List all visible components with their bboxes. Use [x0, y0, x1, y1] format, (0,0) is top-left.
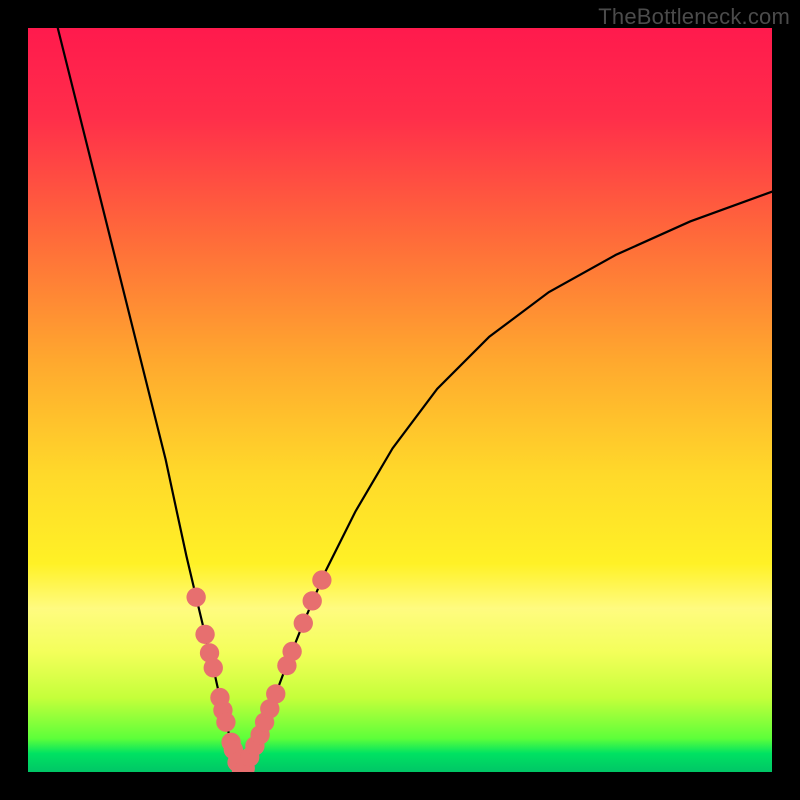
data-point: [303, 591, 322, 610]
chart-frame: TheBottleneck.com: [0, 0, 800, 800]
watermark-text: TheBottleneck.com: [598, 4, 790, 30]
chart-canvas: [0, 0, 800, 800]
data-point: [312, 570, 331, 589]
data-point: [195, 625, 214, 644]
data-point: [216, 712, 235, 731]
data-point: [186, 587, 205, 606]
data-point: [294, 614, 313, 633]
data-point: [204, 658, 223, 677]
data-point: [266, 684, 285, 703]
data-point: [282, 642, 301, 661]
